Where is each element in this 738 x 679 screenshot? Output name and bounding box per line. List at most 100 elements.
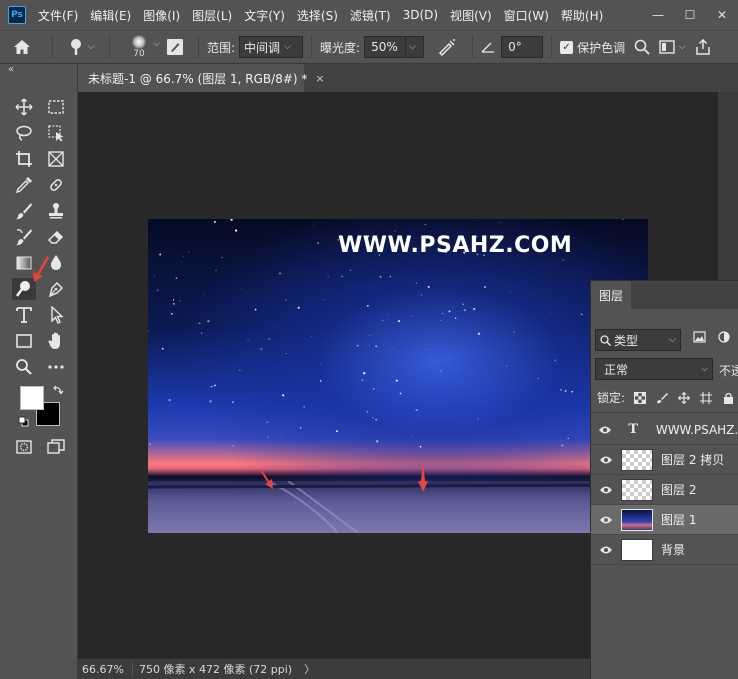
exposure-input[interactable]: 50% xyxy=(364,36,407,58)
crop-icon xyxy=(16,151,32,167)
lock-artboard-button[interactable] xyxy=(699,391,713,405)
close-tab-button[interactable]: × xyxy=(315,72,324,85)
adjustment-filter-icon[interactable] xyxy=(718,331,730,343)
lock-position-button[interactable] xyxy=(677,391,691,405)
quick-mask-button[interactable] xyxy=(12,436,36,458)
star xyxy=(210,385,213,388)
lock-transparent-pixels-button[interactable] xyxy=(633,391,647,405)
lock-image-pixels-button[interactable] xyxy=(655,391,669,405)
path-selection-tool[interactable] xyxy=(44,304,68,326)
menu-file[interactable]: 文件(F) xyxy=(38,7,78,24)
history-brush-tool[interactable] xyxy=(12,226,36,248)
frame-tool[interactable] xyxy=(44,148,68,170)
zoom-level[interactable]: 66.67% xyxy=(78,663,132,676)
visibility-toggle[interactable] xyxy=(591,485,621,495)
eyedropper-tool[interactable] xyxy=(12,174,36,196)
maximize-button[interactable]: ☐ xyxy=(674,0,706,30)
object-select-tool[interactable] xyxy=(44,122,68,144)
collapse-toolbar-icon[interactable]: « xyxy=(8,64,14,75)
foreground-color-swatch[interactable] xyxy=(20,386,44,410)
lasso-tool[interactable] xyxy=(12,122,36,144)
rectangle-tool[interactable] xyxy=(12,330,36,352)
default-colors-icon[interactable] xyxy=(18,416,30,428)
menu-view[interactable]: 视图(V) xyxy=(450,7,492,24)
menu-help[interactable]: 帮助(H) xyxy=(561,7,603,24)
star xyxy=(440,320,442,321)
close-window-button[interactable]: ✕ xyxy=(706,0,738,30)
zoom-tool[interactable] xyxy=(12,356,36,378)
zoom-icon xyxy=(16,359,32,375)
star xyxy=(159,253,162,256)
tool-preset-picker[interactable]: ⌵ xyxy=(61,38,101,56)
star xyxy=(554,359,556,362)
document-tab[interactable]: 未标题-1 @ 66.7% (图层 1, RGB/8#) * × xyxy=(78,64,325,92)
brush-tool[interactable] xyxy=(12,200,36,222)
star xyxy=(186,421,187,422)
eye-icon xyxy=(598,426,611,433)
hand-tool[interactable] xyxy=(44,330,68,352)
screen-mode-button[interactable] xyxy=(44,436,68,458)
blend-mode-select[interactable]: 正常 ⌵ xyxy=(595,358,713,380)
chevron-down-icon: ⌵ xyxy=(669,335,676,345)
image-filter-icon[interactable] xyxy=(693,331,706,343)
layer-row[interactable]: T WWW.PSAHZ.C xyxy=(591,415,738,445)
star xyxy=(172,299,175,301)
star xyxy=(221,256,223,259)
layer-row[interactable]: 图层 2 xyxy=(591,475,738,505)
layer-row[interactable]: 图层 1 xyxy=(591,505,738,535)
visibility-toggle[interactable] xyxy=(591,515,621,525)
status-menu-arrow[interactable]: 〉 xyxy=(304,661,315,677)
visibility-toggle[interactable] xyxy=(591,545,621,555)
angle-input[interactable]: 0° xyxy=(501,36,544,58)
visibility-toggle[interactable] xyxy=(591,455,621,465)
star xyxy=(375,418,377,421)
menu-filter[interactable]: 滤镜(T) xyxy=(350,7,391,24)
minimize-button[interactable]: — xyxy=(642,0,674,30)
search-button[interactable] xyxy=(629,39,655,55)
lock-all-button[interactable] xyxy=(721,391,735,405)
protect-tones-checkbox[interactable]: ✓ xyxy=(560,40,574,54)
screen-mode-icon xyxy=(47,439,65,454)
menu-layer[interactable]: 图层(L) xyxy=(192,7,232,24)
document-canvas[interactable]: WWW.PSAHZ.COM xyxy=(148,219,648,533)
clone-stamp-tool[interactable] xyxy=(44,200,68,222)
layers-panel-tabbar: 图层 xyxy=(591,281,738,309)
crop-tool[interactable] xyxy=(12,148,36,170)
range-select[interactable]: 中间调 ⌵ xyxy=(239,36,304,58)
home-button[interactable] xyxy=(0,39,44,55)
star xyxy=(240,288,242,290)
menu-window[interactable]: 窗口(W) xyxy=(504,7,549,24)
airbrush-button[interactable] xyxy=(430,38,464,56)
star xyxy=(335,430,338,433)
star xyxy=(564,389,567,392)
share-button[interactable] xyxy=(689,39,717,55)
visibility-toggle[interactable] xyxy=(591,425,619,435)
healing-brush-tool[interactable] xyxy=(44,174,68,196)
eraser-tool[interactable] xyxy=(44,226,68,248)
brush-preset-picker[interactable]: 70 ⌵ xyxy=(118,35,160,59)
star xyxy=(341,275,343,277)
red-arrow-annotation xyxy=(33,256,49,282)
layer-row[interactable]: 背景 xyxy=(591,535,738,565)
search-icon xyxy=(634,39,650,55)
menu-select[interactable]: 选择(S) xyxy=(297,7,338,24)
workspace-switcher[interactable]: ⌵ xyxy=(655,40,689,54)
exposure-slider-toggle[interactable]: ⌵ xyxy=(406,36,425,58)
more-tools[interactable] xyxy=(44,356,68,378)
tab-layers[interactable]: 图层 xyxy=(591,281,632,309)
brush-settings-button[interactable] xyxy=(160,38,190,56)
star xyxy=(349,269,352,271)
menu-3d[interactable]: 3D(D) xyxy=(403,8,438,22)
type-tool[interactable] xyxy=(12,304,36,326)
menu-image[interactable]: 图像(I) xyxy=(143,7,180,24)
layer-filter-select[interactable]: 类型 ⌵ xyxy=(595,329,681,351)
swap-colors-icon[interactable] xyxy=(52,384,64,396)
move-tool[interactable] xyxy=(12,96,36,118)
star xyxy=(154,274,156,276)
menu-edit[interactable]: 编辑(E) xyxy=(90,7,131,24)
move-icon xyxy=(678,391,690,404)
layer-row[interactable]: 图层 2 拷贝 xyxy=(591,445,738,475)
star xyxy=(274,327,276,329)
marquee-tool[interactable] xyxy=(44,96,68,118)
menu-type[interactable]: 文字(Y) xyxy=(244,7,285,24)
